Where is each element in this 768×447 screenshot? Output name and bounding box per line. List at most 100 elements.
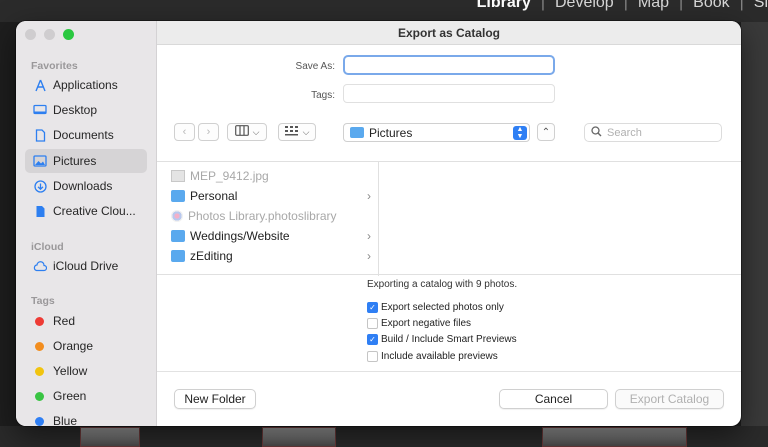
module-separator: | [678,0,684,11]
yellow-tag-dot-icon [35,366,44,376]
option-label: Build / Include Smart Previews [381,334,517,345]
chevron-down-icon: ⌵ [302,126,310,137]
option-label: Export negative files [381,318,472,329]
module-slideshow[interactable]: Sl [754,0,768,12]
search-placeholder: Search [607,126,642,139]
pictures-icon [33,154,47,168]
orange-tag-dot-icon [35,341,44,351]
sidebar-item-desktop[interactable]: Desktop [25,98,147,122]
smart-previews-option[interactable]: ✓ Build / Include Smart Previews [367,334,517,345]
module-separator: | [623,0,628,11]
chevron-up-icon: ⌃ [541,126,551,138]
dialog-footer: New Folder Cancel Export Catalog [157,371,741,426]
checkbox-checked-icon[interactable]: ✓ [367,302,378,313]
applications-icon [33,78,47,92]
file-row[interactable]: Photos Library.photoslibrary [171,206,371,226]
sidebar-item-documents[interactable]: Documents [25,123,147,147]
option-label: Include available previews [381,351,498,362]
module-library[interactable]: Library [477,0,531,12]
sidebar-tag-green[interactable]: Green [25,384,147,408]
location-select[interactable]: Pictures ▲ ▼ [343,123,530,142]
export-info-text: Exporting a catalog with 9 photos. [367,279,518,290]
export-negatives-option[interactable]: Export negative files [367,318,471,329]
blue-tag-dot-icon [35,416,44,426]
file-name: MEP_9412.jpg [190,169,269,183]
lightroom-top-bar: Library | Develop | Map | Book | Sl [0,0,768,22]
sidebar-tag-orange[interactable]: Orange [25,334,147,358]
sidebar-item-pictures[interactable]: Pictures [25,149,147,173]
filmstrip-thumbnail[interactable] [262,427,336,447]
folder-icon [171,230,185,242]
file-row[interactable]: MEP_9412.jpg [171,166,371,186]
chevron-right-icon: › [367,189,371,203]
forward-button[interactable]: › [198,123,219,141]
file-row[interactable]: Weddings/Website › [171,226,371,246]
filmstrip-thumbnail[interactable] [542,427,687,447]
sidebar-item-creative-cloud[interactable]: Creative Clou... [25,199,147,223]
sidebar-item-label: Orange [53,339,94,353]
icloud-header: iCloud [31,241,64,253]
sidebar-tag-yellow[interactable]: Yellow [25,359,147,383]
module-picker: Library | Develop | Map | Book | Sl [477,0,768,12]
sidebar-item-downloads[interactable]: Downloads [25,174,147,198]
group-view-button[interactable]: ⌵ [278,123,316,141]
maximize-window-button[interactable] [63,29,74,40]
sidebar-item-label: Pictures [53,154,97,168]
module-separator: | [739,0,744,11]
sidebar-item-label: Blue [53,414,78,426]
new-folder-button[interactable]: New Folder [174,389,256,409]
file-name: Weddings/Website [190,229,290,243]
file-row[interactable]: Personal › [171,186,371,206]
photos-library-icon [171,210,183,222]
columns-icon [234,125,249,139]
close-window-button[interactable] [25,29,36,40]
sidebar-tag-red[interactable]: Red [25,309,147,333]
filmstrip-thumbnail[interactable] [80,427,140,447]
back-button[interactable]: ‹ [174,123,195,141]
module-develop[interactable]: Develop [555,0,614,12]
sidebar-item-label: Green [53,389,87,403]
sidebar-item-label: Red [53,314,76,328]
sidebar-item-applications[interactable]: Applications [25,73,147,97]
sidebar-item-label: Downloads [53,179,113,193]
file-row[interactable]: zEditing › [171,246,371,266]
green-tag-dot-icon [35,391,44,401]
option-label: Export selected photos only [381,302,504,313]
tags-input[interactable] [343,84,555,103]
collapse-button[interactable]: ⌃ [537,123,555,141]
sidebar-item-label: Yellow [53,364,88,378]
sidebar-item-icloud-drive[interactable]: iCloud Drive [25,254,147,278]
file-name: Photos Library.photoslibrary [188,209,337,223]
grid-icon [284,125,299,139]
file-name: zEditing [190,249,233,263]
red-tag-dot-icon [35,316,44,326]
chevron-left-icon: ‹ [182,126,187,138]
download-icon [33,179,47,193]
search-field[interactable]: Search [584,123,722,142]
document-icon [33,128,47,142]
location-label: Pictures [369,125,413,140]
save-as-input[interactable] [343,55,555,75]
module-book[interactable]: Book [693,0,729,12]
module-map[interactable]: Map [638,0,669,12]
checkbox-unchecked-icon[interactable] [367,318,378,329]
column-view-button[interactable]: ⌵ [227,123,267,141]
cancel-button[interactable]: Cancel [499,389,608,409]
export-catalog-button[interactable]: Export Catalog [615,389,724,409]
include-previews-option[interactable]: Include available previews [367,351,498,362]
sidebar-tag-blue[interactable]: Blue [25,409,147,426]
folder-icon [171,190,185,202]
sidebar-item-label: iCloud Drive [53,259,119,273]
checkbox-unchecked-icon[interactable] [367,351,378,362]
export-selected-option[interactable]: ✓ Export selected photos only [367,302,504,313]
window-controls [25,29,74,40]
sidebar-item-label: Creative Clou... [53,204,136,218]
save-as-label: Save As: [295,61,335,72]
chevron-right-icon: › [367,229,371,243]
tags-label: Tags: [311,90,335,101]
minimize-window-button[interactable] [44,29,55,40]
favorites-header: Favorites [31,60,78,72]
chevron-down-icon: ⌵ [252,126,260,137]
checkbox-checked-icon[interactable]: ✓ [367,334,378,345]
chevron-right-icon: › [206,126,211,138]
